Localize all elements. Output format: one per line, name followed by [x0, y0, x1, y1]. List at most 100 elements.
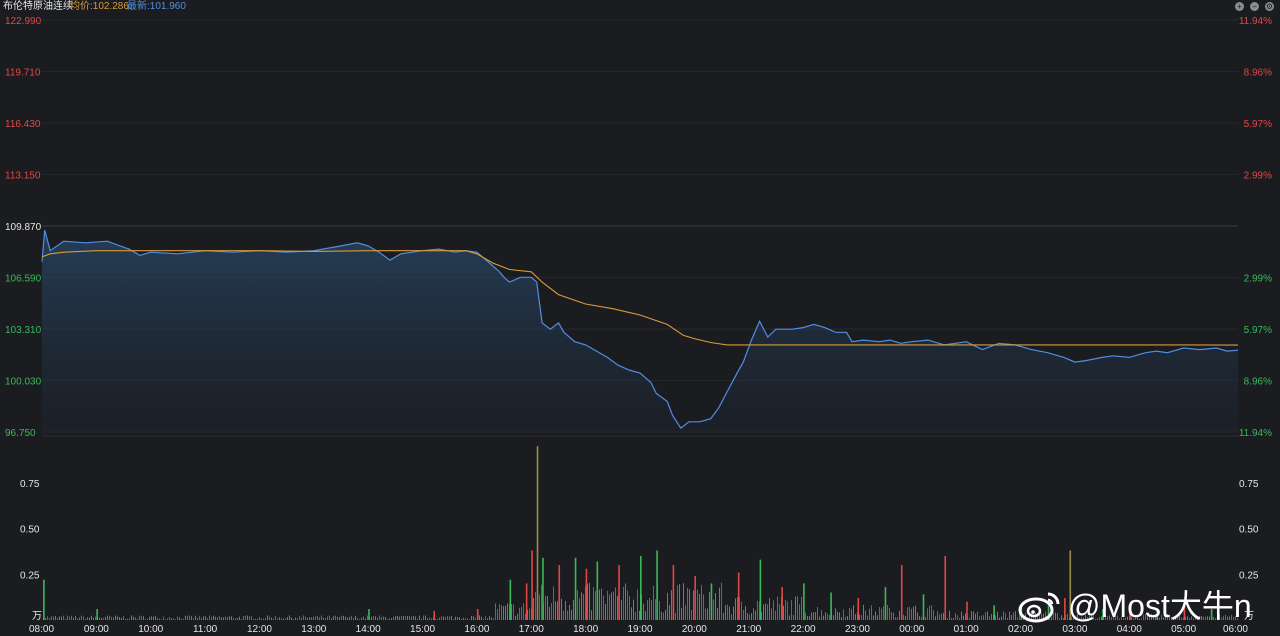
volume-bar	[731, 614, 732, 620]
volume-bar	[161, 619, 162, 620]
volume-bar	[861, 615, 862, 620]
volume-bar	[729, 606, 730, 620]
volume-bar	[209, 615, 210, 620]
volume-bar	[365, 618, 366, 620]
volume-bar	[795, 596, 796, 620]
volume-bar	[395, 616, 396, 620]
volume-bar	[631, 607, 632, 620]
volume-bar	[791, 600, 792, 620]
time-tick-label: 17:00	[519, 624, 544, 635]
volume-bar	[167, 618, 168, 620]
intraday-chart[interactable]: 122.990 11.94% 119.710 8.96% 116.430 5.97% 113…	[0, 0, 1280, 636]
volume-spike-bar	[993, 605, 995, 620]
volume-bar	[951, 618, 952, 620]
volume-bar	[709, 591, 710, 620]
volume-bar	[823, 615, 824, 620]
volume-bar	[123, 616, 124, 620]
volume-bar	[389, 618, 390, 620]
volume-bar	[799, 604, 800, 620]
volume-bar	[883, 606, 884, 620]
price-tick-label: 122.990	[5, 16, 42, 27]
volume-bar	[189, 615, 190, 620]
volume-bar	[195, 615, 196, 620]
volume-bar	[381, 616, 382, 620]
volume-bar	[99, 617, 100, 620]
volume-bar	[467, 618, 468, 620]
volume-bar	[103, 617, 104, 620]
volume-bar	[265, 618, 266, 620]
volume-bar	[903, 614, 904, 620]
volume-bar	[845, 616, 846, 620]
volume-bar	[829, 614, 830, 620]
volume-bar	[113, 617, 114, 620]
volume-bar	[67, 615, 68, 620]
volume-bar	[107, 615, 108, 620]
volume-bar	[523, 603, 524, 620]
volume-bar	[1007, 617, 1008, 620]
volume-bar	[877, 615, 878, 620]
volume-bar	[875, 611, 876, 620]
volume-bar	[703, 594, 704, 620]
volume-bar	[819, 616, 820, 620]
volume-bar	[929, 605, 930, 620]
volume-bar	[609, 594, 610, 620]
volume-bar	[777, 596, 778, 620]
volume-bar	[185, 615, 186, 620]
volume-bar	[699, 593, 700, 620]
volume-bar	[485, 616, 486, 620]
volume-spike-bar	[656, 550, 658, 620]
volume-bar	[871, 605, 872, 620]
volume-bar	[985, 612, 986, 620]
volume-bar	[83, 616, 84, 620]
volume-bar	[489, 616, 490, 620]
volume-bar	[569, 604, 570, 620]
volume-bar	[363, 616, 364, 620]
volume-bar	[1009, 611, 1010, 620]
volume-bar	[835, 608, 836, 620]
time-tick-label: 00:00	[899, 624, 924, 635]
volume-bar	[357, 617, 358, 620]
volume-bar	[783, 605, 784, 620]
volume-bar	[79, 617, 80, 620]
volume-bar	[361, 617, 362, 620]
volume-bar	[487, 618, 488, 620]
volume-bar	[947, 618, 948, 620]
volume-bar	[455, 616, 456, 620]
volume-bar	[479, 615, 480, 620]
volume-bar	[665, 609, 666, 620]
volume-bar	[227, 617, 228, 620]
volume-bar	[281, 618, 282, 620]
volume-bar	[81, 615, 82, 620]
volume-bar	[897, 617, 898, 620]
volume-bar	[373, 616, 374, 620]
volume-bar	[937, 611, 938, 620]
volume-bar	[663, 612, 664, 620]
volume-bar	[339, 617, 340, 620]
volume-bar	[427, 618, 428, 620]
volume-bar	[93, 617, 94, 620]
volume-bar	[321, 615, 322, 620]
volume-bar	[95, 616, 96, 620]
volume-bar	[961, 611, 962, 620]
volume-bar	[599, 589, 600, 620]
percent-tick-label: 2.99%	[1244, 274, 1272, 285]
volume-bar	[601, 588, 602, 620]
volume-bar	[193, 618, 194, 620]
volume-bar	[303, 615, 304, 620]
volume-bar	[881, 608, 882, 620]
volume-bar	[335, 615, 336, 620]
volume-bar	[273, 618, 274, 620]
volume-spike-bar	[43, 579, 45, 620]
volume-bar	[59, 616, 60, 620]
volume-bar	[137, 618, 138, 620]
time-tick-label: 21:00	[736, 624, 761, 635]
time-tick-label: 02:00	[1008, 624, 1033, 635]
volume-bar	[401, 616, 402, 620]
volume-bar	[435, 618, 436, 620]
volume-bar	[233, 618, 234, 620]
volume-bar	[57, 617, 58, 620]
volume-bar	[975, 613, 976, 620]
volume-bar	[219, 616, 220, 620]
volume-bar	[295, 617, 296, 620]
volume-spike-bar	[509, 579, 512, 620]
